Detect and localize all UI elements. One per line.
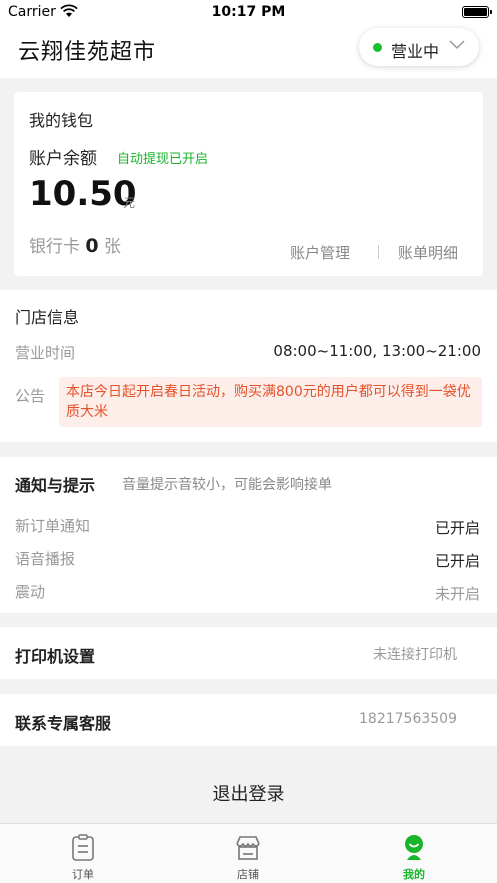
tab-profile-label: 我的 xyxy=(403,868,425,881)
wallet-title: 我的钱包 xyxy=(29,111,94,130)
customer-service-phone: 18217563509 xyxy=(359,711,457,727)
notification-hint: 音量提示音较小，可能会影响接单 xyxy=(122,477,332,493)
logout-button[interactable]: 退出登录 xyxy=(0,763,497,819)
voice-broadcast-label: 语音播报 xyxy=(15,550,76,568)
clock: 10:17 PM xyxy=(211,4,286,20)
customer-service-row[interactable]: 联系专属客服 18217563509 xyxy=(0,694,497,746)
account-management-link[interactable]: 账户管理 xyxy=(290,242,350,263)
notification-title: 通知与提示 xyxy=(15,476,96,495)
balance-label: 账户余额 xyxy=(29,149,97,169)
auto-withdraw-tag: 自动提现已开启 xyxy=(117,152,209,167)
divider xyxy=(378,245,379,259)
customer-service-label: 联系专属客服 xyxy=(15,714,112,733)
business-status-label: 营业中 xyxy=(391,42,440,61)
tab-shop[interactable]: 店铺 xyxy=(165,824,331,883)
store-info-section: 门店信息 营业时间 08:00~11:00, 13:00~21:00 公告 本店… xyxy=(0,290,497,442)
voice-broadcast-toggle[interactable]: 已开启 xyxy=(435,550,480,571)
business-hours-label: 营业时间 xyxy=(15,344,76,362)
tab-shop-label: 店铺 xyxy=(237,868,259,881)
bank-card-suffix: 张 xyxy=(104,237,122,257)
printer-settings-row[interactable]: 打印机设置 未连接打印机 xyxy=(0,627,497,679)
balance-unit: 元 xyxy=(123,196,136,210)
bank-card-number: 0 xyxy=(85,235,99,257)
vibration-toggle[interactable]: 未开启 xyxy=(435,583,480,604)
business-status-dropdown[interactable]: 营业中 xyxy=(359,28,479,66)
notification-section: 通知与提示 音量提示音较小，可能会影响接单 新订单通知 已开启 语音播报 已开启… xyxy=(0,457,497,613)
new-order-notify-toggle[interactable]: 已开启 xyxy=(435,517,480,538)
status-bar: Carrier 10:17 PM xyxy=(0,0,497,26)
tab-orders[interactable]: 订单 xyxy=(0,824,166,883)
bank-card-prefix: 银行卡 xyxy=(29,237,80,257)
printer-status: 未连接打印机 xyxy=(373,647,457,663)
vibration-label: 震动 xyxy=(15,583,46,601)
battery-icon xyxy=(462,6,492,18)
notice-text[interactable]: 本店今日起开启春日活动，购买满800元的用户都可以得到一袋优质大米 xyxy=(59,377,482,427)
logout-label: 退出登录 xyxy=(212,784,285,805)
shop-icon xyxy=(236,836,260,860)
header: 云翔佳苑超市 营业中 xyxy=(0,26,497,78)
status-dot-icon xyxy=(373,43,382,52)
store-info-title: 门店信息 xyxy=(15,308,80,327)
chevron-down-icon xyxy=(449,40,465,50)
bill-details-link[interactable]: 账单明细 xyxy=(398,242,458,263)
wallet-card: 我的钱包 账户余额 自动提现已开启 10.50 元 银行卡 0 张 账户管理 账… xyxy=(14,92,483,276)
business-hours-value[interactable]: 08:00~11:00, 13:00~21:00 xyxy=(273,342,481,360)
store-name: 云翔佳苑超市 xyxy=(18,40,157,65)
tab-orders-label: 订单 xyxy=(72,868,94,881)
printer-settings-label: 打印机设置 xyxy=(15,647,96,666)
order-icon xyxy=(72,834,94,861)
bank-card-count[interactable]: 银行卡 0 张 xyxy=(29,232,121,257)
new-order-notify-label: 新订单通知 xyxy=(15,517,91,535)
balance-amount: 10.50 xyxy=(29,174,137,214)
profile-icon xyxy=(405,835,423,860)
tab-bar: 订单 店铺 我的 xyxy=(0,823,497,883)
tab-profile[interactable]: 我的 xyxy=(331,824,497,883)
notice-label: 公告 xyxy=(15,387,46,405)
